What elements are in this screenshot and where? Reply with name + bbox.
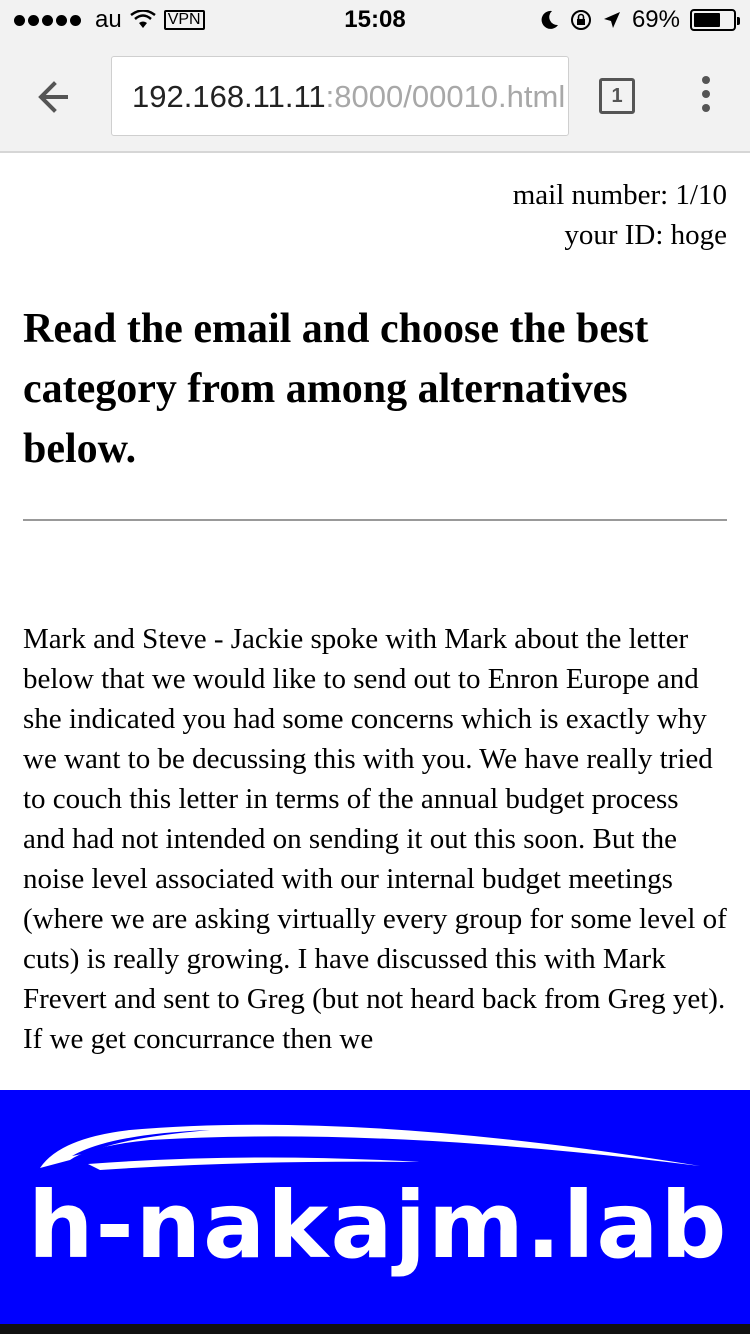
battery-icon [690,9,740,31]
moon-icon [541,10,558,29]
tab-switcher-button[interactable]: 1 [599,78,635,114]
back-button[interactable] [30,74,80,120]
location-arrow-icon [603,12,620,28]
lab-logo-text: h-nakajm.lab [28,1172,729,1279]
overflow-menu-button[interactable] [692,76,720,116]
mail-number: mail number: 1/10 [512,179,727,211]
orientation-lock-icon [570,10,591,30]
mail-meta: mail number: 1/10 your ID: hoge [23,175,727,255]
back-arrow-icon [38,81,68,113]
page-title: Read the email and choose the best categ… [23,306,649,472]
url-path: :8000/00010.html [325,79,566,114]
user-id: your ID: hoge [564,219,727,251]
bottom-strip [0,1324,750,1334]
status-bar: au VPN 15:08 69% [0,0,750,40]
address-bar[interactable]: 192.168.11.11:8000/00010.html [111,56,569,136]
page-content: mail number: 1/10 your ID: hoge Read the… [23,153,727,1059]
url-host: 192.168.11.11 [132,79,326,114]
lab-banner: h-nakajm.lab [0,1090,750,1324]
browser-toolbar: 192.168.11.11:8000/00010.html 1 [0,40,750,153]
battery-level-fill [694,13,721,27]
divider [23,519,727,521]
email-body: Mark and Steve - Jackie spoke with Mark … [23,623,727,1055]
battery-percentage: 69% [631,6,680,33]
status-right: 69% [540,6,740,34]
